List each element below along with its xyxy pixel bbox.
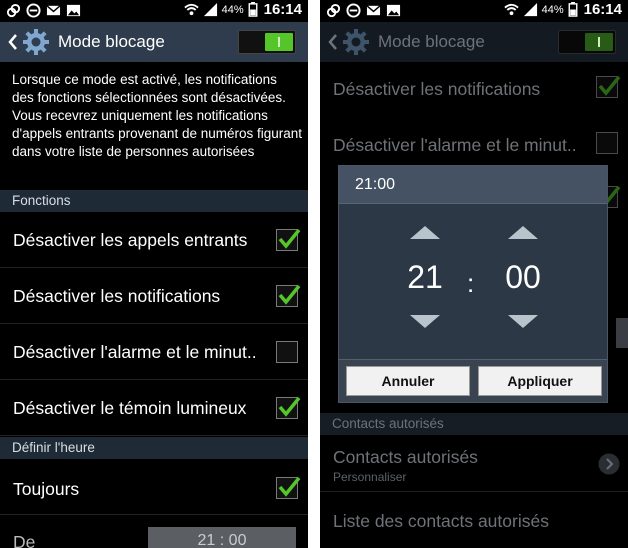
row-label-contacts-list: Liste des contacts autorisés bbox=[333, 511, 549, 531]
cancel-button[interactable]: Annuler bbox=[346, 366, 470, 396]
hour-spinner: 21 bbox=[395, 226, 455, 328]
link-icon bbox=[326, 3, 341, 18]
checkbox-disable-led[interactable] bbox=[276, 396, 301, 419]
checkbox-notifications bbox=[596, 75, 621, 98]
phone-screen-left: 44% 16:14 Mode blocage Lorsque ce mode e… bbox=[0, 0, 308, 548]
checkbox-disable-notifications[interactable] bbox=[276, 284, 301, 307]
row-disable-notifications[interactable]: Désactiver les notifications bbox=[0, 268, 308, 324]
checkbox-disable-calls[interactable] bbox=[276, 228, 301, 251]
row-label: Désactiver les appels entrants bbox=[13, 230, 248, 250]
action-bar: Mode blocage bbox=[0, 22, 308, 62]
email-icon bbox=[366, 5, 381, 16]
wifi-icon bbox=[503, 3, 519, 16]
time-separator: : bbox=[467, 268, 475, 298]
settings-gear-icon bbox=[23, 29, 49, 55]
row-disable-calls[interactable]: Désactiver les appels entrants bbox=[0, 212, 308, 268]
row-disable-alarm[interactable]: Désactiver l'alarme et le minut.. bbox=[0, 324, 308, 380]
time-field-edge bbox=[616, 318, 628, 348]
minute-up-arrow-icon[interactable] bbox=[508, 226, 538, 239]
contacts-subtitle: Personnaliser bbox=[333, 470, 407, 484]
row-label-notifications: Désactiver les notifications bbox=[333, 79, 541, 99]
divider bbox=[320, 491, 628, 492]
switch-knob bbox=[265, 33, 293, 51]
battery-percent: 44% bbox=[221, 3, 244, 16]
page-title: Mode blocage bbox=[378, 32, 485, 51]
gallery-icon bbox=[66, 4, 81, 17]
clock: 16:14 bbox=[263, 1, 302, 18]
battery-percent: 44% bbox=[541, 3, 564, 16]
section-header-contacts: Contacts autorisés bbox=[320, 413, 628, 435]
row-disable-led[interactable]: Désactiver le témoin lumineux bbox=[0, 380, 308, 436]
row-label-contacts: Contacts autorisés bbox=[333, 447, 478, 467]
back-chevron-icon bbox=[328, 34, 337, 50]
chevron-right-icon bbox=[598, 453, 620, 475]
gallery-icon bbox=[386, 4, 401, 17]
switch-knob bbox=[585, 33, 613, 51]
minute-down-arrow-icon[interactable] bbox=[508, 315, 538, 328]
blocking-mode-switch bbox=[558, 30, 616, 54]
battery-icon bbox=[248, 2, 258, 17]
status-bar: 44% 16:14 bbox=[320, 0, 628, 22]
battery-icon bbox=[568, 2, 578, 17]
checkmark-icon bbox=[278, 476, 301, 497]
checkmark-icon bbox=[278, 228, 301, 249]
page-title: Mode blocage bbox=[58, 32, 165, 51]
mode-description: Lorsque ce mode est activé, les notifica… bbox=[12, 72, 303, 159]
link-icon bbox=[6, 3, 21, 18]
row-always[interactable]: Toujours bbox=[0, 459, 308, 515]
signal-icon bbox=[523, 2, 537, 17]
time-picker-dialog: 21:00 21 : 00 Annuler Appliquer bbox=[338, 165, 608, 403]
wifi-icon bbox=[183, 3, 199, 16]
minute-value[interactable]: 00 bbox=[493, 239, 553, 315]
checkmark-icon bbox=[278, 396, 301, 417]
section-header-functions: Fonctions bbox=[0, 190, 308, 212]
row-label-alarm: Désactiver l'alarme et le minut.. bbox=[333, 135, 577, 155]
from-time-field[interactable]: 21 : 00 bbox=[148, 527, 296, 548]
checkbox-disable-alarm[interactable] bbox=[276, 341, 298, 363]
hour-down-arrow-icon[interactable] bbox=[410, 315, 440, 328]
checkbox-alarm bbox=[596, 132, 618, 154]
signal-icon bbox=[203, 2, 217, 17]
dialog-title: 21:00 bbox=[339, 166, 607, 204]
section-header-time: Définir l'heure bbox=[0, 437, 308, 459]
row-label: Désactiver l'alarme et le minut.. bbox=[13, 342, 257, 362]
minute-spinner: 00 bbox=[493, 226, 553, 328]
status-bar: 44% 16:14 bbox=[0, 0, 308, 22]
from-label: De bbox=[13, 532, 36, 548]
action-bar: Mode blocage bbox=[320, 22, 628, 62]
checkmark-icon bbox=[598, 75, 621, 96]
do-not-disturb-icon bbox=[26, 3, 41, 18]
apply-button[interactable]: Appliquer bbox=[478, 366, 602, 396]
do-not-disturb-icon bbox=[346, 3, 361, 18]
row-label: Désactiver les notifications bbox=[13, 286, 221, 306]
blocking-mode-switch[interactable] bbox=[238, 30, 296, 54]
hour-up-arrow-icon[interactable] bbox=[410, 226, 440, 239]
settings-gear-icon bbox=[343, 29, 369, 55]
email-icon bbox=[46, 5, 61, 16]
hour-value[interactable]: 21 bbox=[395, 239, 455, 315]
row-label: Désactiver le témoin lumineux bbox=[13, 398, 247, 418]
back-chevron-icon[interactable] bbox=[6, 32, 20, 52]
row-label: Toujours bbox=[13, 479, 80, 499]
clock: 16:14 bbox=[583, 1, 622, 18]
checkbox-always[interactable] bbox=[276, 476, 301, 499]
checkmark-icon bbox=[278, 284, 301, 305]
dialog-button-bar: Annuler Appliquer bbox=[339, 359, 607, 402]
